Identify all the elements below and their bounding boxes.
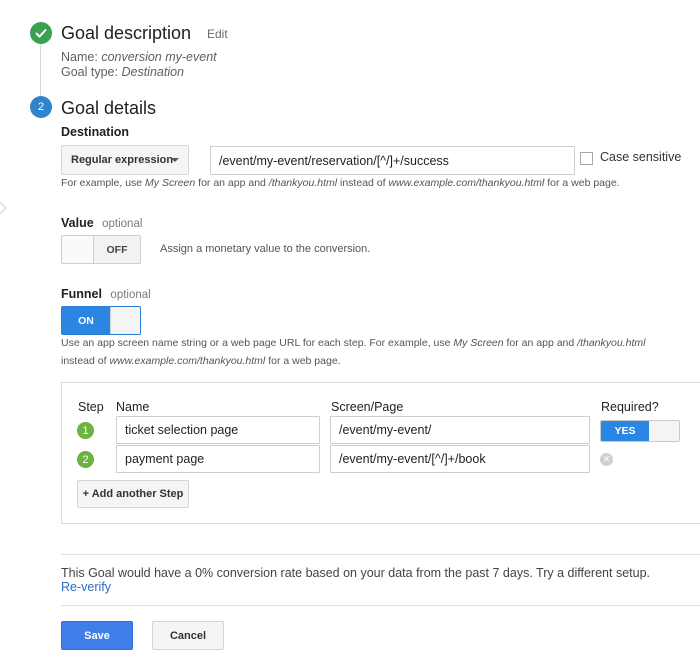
value-heading: Value optional: [61, 214, 142, 232]
column-header-step: Step: [78, 400, 104, 414]
hint-example-screen: My Screen: [145, 177, 196, 189]
match-type-dropdown[interactable]: Regular expression: [61, 145, 189, 175]
divider: [61, 605, 700, 606]
cancel-button[interactable]: Cancel: [152, 621, 224, 650]
column-header-screen-page: Screen/Page: [331, 400, 404, 414]
hint-example-url: www.example.com/thankyou.html: [388, 177, 545, 189]
hint-text: for an app and: [503, 337, 578, 349]
case-sensitive-checkbox[interactable]: [580, 152, 593, 165]
destination-hint: For example, use My Screen for an app an…: [61, 174, 620, 192]
column-header-required: Required?: [601, 400, 659, 414]
hint-text: for a web page.: [544, 177, 620, 189]
funnel-step-number: 1: [77, 422, 94, 439]
funnel-toggle[interactable]: ON: [61, 306, 141, 335]
divider: [61, 554, 700, 555]
value-optional: optional: [102, 218, 143, 230]
hint-text: instead of: [337, 177, 389, 189]
step-page-input[interactable]: /event/my-event/: [330, 416, 590, 444]
remove-step-icon[interactable]: ✕: [600, 453, 613, 466]
step-name-input[interactable]: ticket selection page: [116, 416, 320, 444]
match-type-value: Regular expression: [71, 154, 174, 166]
hint-text: For example, use: [61, 177, 146, 189]
add-another-step-button[interactable]: + Add another Step: [77, 480, 189, 508]
reverify-link[interactable]: Re-verify: [61, 580, 111, 594]
toggle-knob: [649, 421, 679, 441]
step-connector-line: [40, 44, 41, 100]
funnel-hint: Use an app screen name string or a web p…: [61, 334, 681, 370]
funnel-toggle-state: ON: [78, 314, 94, 327]
hint-example-page: /thankyou.html: [577, 337, 646, 349]
value-description: Assign a monetary value to the conversio…: [160, 243, 371, 255]
funnel-step-number: 2: [77, 451, 94, 468]
edit-link[interactable]: Edit: [207, 27, 228, 41]
hint-example-screen: My Screen: [453, 337, 504, 349]
collapse-chevron-icon[interactable]: [0, 200, 8, 216]
step-number-badge: 2: [30, 96, 52, 118]
goal-details-title: Goal details: [61, 98, 157, 118]
step-page-input[interactable]: /event/my-event/[^/]+/book: [330, 445, 590, 473]
funnel-optional: optional: [110, 289, 151, 301]
goal-type-value: Destination: [121, 65, 185, 79]
value-toggle[interactable]: OFF: [61, 235, 141, 264]
toggle-knob: [110, 307, 140, 334]
hint-example-url: www.example.com/thankyou.html: [109, 355, 266, 367]
step-complete-check-icon: [30, 22, 52, 44]
required-toggle[interactable]: YES: [600, 420, 680, 442]
goal-name-label: Name:: [61, 50, 98, 64]
goal-name-line: Name: conversion my-event: [61, 50, 217, 64]
toggle-knob: [62, 236, 94, 263]
destination-input[interactable]: /event/my-event/reservation/[^/]+/succes…: [210, 146, 575, 175]
hint-text: for an app and: [195, 177, 269, 189]
hint-text: instead of: [61, 355, 110, 367]
funnel-heading: Funnel optional: [61, 285, 151, 303]
case-sensitive-label: Case sensitive: [600, 150, 682, 164]
goal-name-value: conversion my-event: [101, 50, 217, 64]
save-button[interactable]: Save: [61, 621, 133, 650]
hint-example-page: /thankyou.html: [268, 177, 338, 189]
value-toggle-state: OFF: [106, 243, 128, 256]
goal-description-title: Goal description: [61, 23, 192, 43]
chevron-down-icon: [171, 158, 179, 162]
value-label: Value: [61, 216, 94, 230]
funnel-label: Funnel: [61, 287, 102, 301]
hint-text: Use an app screen name string or a web p…: [61, 337, 454, 349]
goal-type-label: Goal type:: [61, 65, 118, 79]
step-name-input[interactable]: payment page: [116, 445, 320, 473]
conversion-rate-message: This Goal would have a 0% conversion rat…: [61, 566, 650, 580]
goal-type-line: Goal type: Destination: [61, 65, 184, 79]
hint-text: for a web page.: [265, 355, 341, 367]
destination-label: Destination: [61, 125, 130, 139]
required-toggle-state: YES: [601, 421, 649, 441]
column-header-name: Name: [116, 400, 150, 414]
